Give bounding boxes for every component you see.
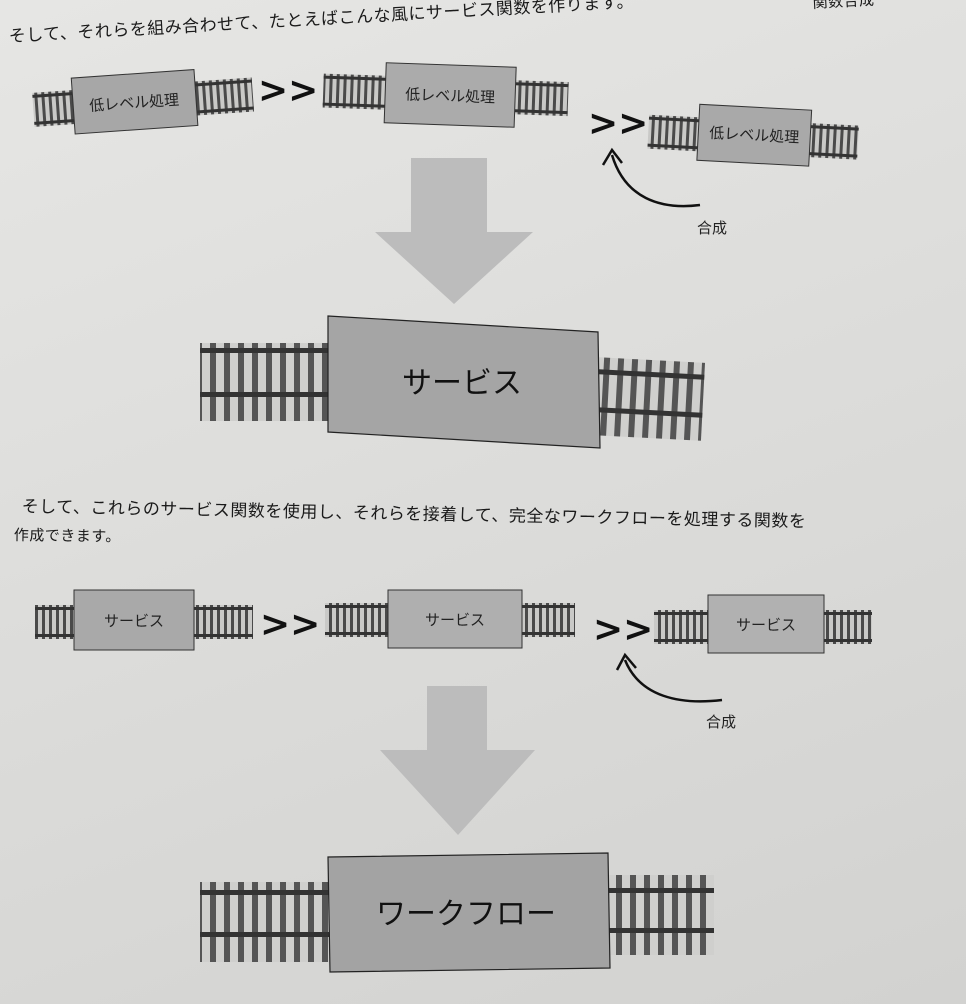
service-piece-2: サービス [325, 589, 575, 649]
service-box-label: サービス [402, 366, 522, 401]
workflow-box-label: ワークフロー [376, 897, 556, 932]
track-piece-2: 低レベル処理 [322, 62, 569, 128]
compose-operator-1: >> [258, 70, 318, 111]
compose-arrow-1 [610, 154, 701, 208]
down-arrow-1 [375, 158, 533, 304]
compose-label-2: 合成 [706, 713, 736, 731]
diagram-2: サービス >> サービス >> サービス 合成 ワークフロー [35, 589, 872, 973]
down-arrow-2 [380, 686, 535, 835]
compose-operator-2: >> [588, 103, 648, 144]
result-workflow: ワークフロー [200, 852, 714, 973]
service-box-3-label: サービス [736, 616, 796, 634]
service-box-2-label: サービス [425, 611, 485, 629]
service-box-1-label: サービス [104, 612, 164, 630]
process-box-2-label: 低レベル処理 [405, 85, 496, 106]
compose-operator-4: >> [593, 609, 653, 650]
service-piece-1: サービス [35, 589, 253, 651]
service-piece-3: サービス [654, 594, 872, 654]
track-piece-1: 低レベル処理 [32, 69, 255, 135]
diagram-1: 低レベル処理 >> 低レベル処理 >> 低レベル処理 合成 サービス [32, 62, 859, 449]
compose-operator-3: >> [260, 604, 320, 645]
book-page: そして、それらを組み合わせて、たとえばこんな風にサービス関数を作ります。 関数合… [0, 0, 966, 1004]
track-piece-3: 低レベル処理 [647, 103, 859, 167]
compose-label-1: 合成 [697, 219, 727, 237]
composition-diagrams: 低レベル処理 >> 低レベル処理 >> 低レベル処理 合成 サービス サービス … [32, 62, 872, 973]
result-service: サービス [200, 315, 706, 449]
compose-arrow-2 [623, 659, 723, 703]
